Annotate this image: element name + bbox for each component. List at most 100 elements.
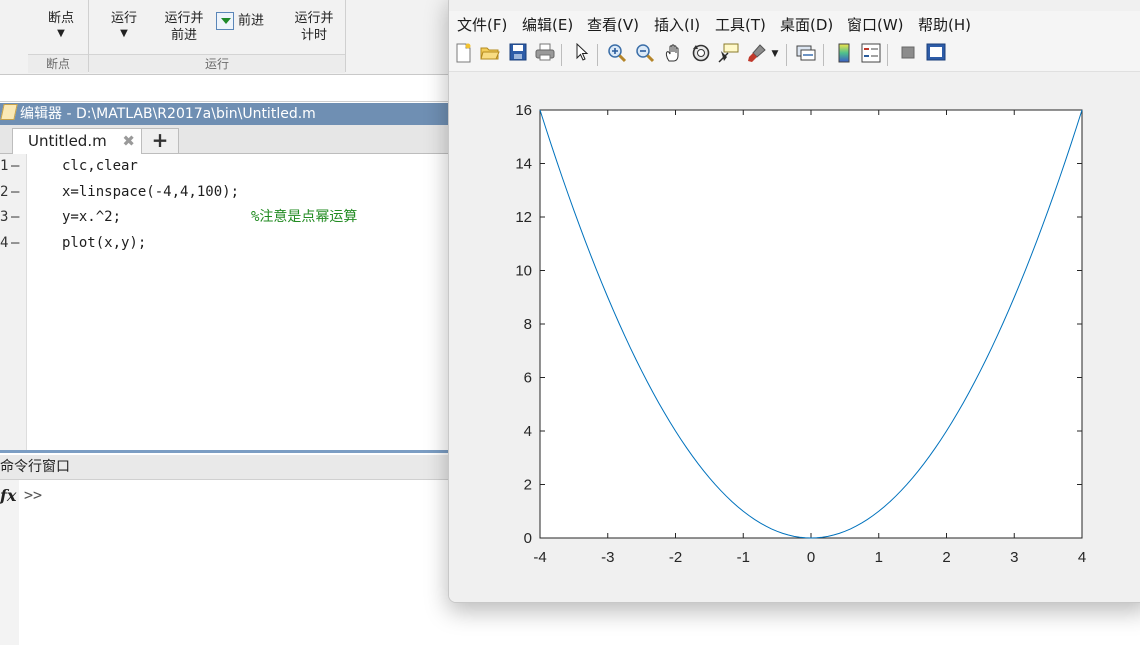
run-and-advance-button[interactable]: 运行并 前进	[158, 10, 210, 44]
advance-button[interactable]: 前进	[216, 12, 274, 30]
show-plot-tools-icon[interactable]	[925, 43, 947, 65]
tab-untitled[interactable]: Untitled.m ✖	[12, 128, 142, 154]
toolstrip: 断点 ▼ 运行 ▼ 运行并 前进 前进 运行并 计时 断点 运行	[0, 0, 460, 75]
editor-tabbar: Untitled.m ✖ +	[0, 125, 455, 154]
colorbar-icon[interactable]	[833, 43, 855, 65]
code-line[interactable]: 4 — plot(x,y);	[0, 231, 455, 257]
fx-icon[interactable]: fx	[0, 486, 16, 505]
code-line[interactable]: 1 — clc,clear	[0, 154, 455, 180]
y-tick-label: 10	[515, 263, 532, 280]
line-number: 4	[0, 235, 9, 251]
axes-box	[539, 109, 1083, 539]
code-editor[interactable]: 1 — clc,clear 2 — x=linspace(-4,4,100); …	[0, 154, 455, 450]
run-and-time-button[interactable]: 运行并 计时	[290, 10, 338, 44]
advance-label: 前进	[238, 13, 265, 29]
y-tick-label: 6	[524, 370, 532, 387]
menu-window[interactable]: 窗口(W)	[847, 11, 904, 39]
open-file-icon[interactable]	[479, 43, 501, 65]
menu-file[interactable]: 文件(F)	[457, 11, 507, 39]
run-and-advance-label-1: 运行并	[164, 11, 204, 26]
edit-plot-icon[interactable]	[571, 42, 593, 65]
figure-titlebar[interactable]	[449, 0, 1140, 11]
breakpoint-marker[interactable]: —	[11, 180, 19, 204]
toolbar-separator	[561, 44, 562, 66]
line-number: 3	[0, 209, 9, 225]
breakpoint-marker[interactable]: —	[11, 154, 19, 178]
legend-icon[interactable]	[860, 43, 882, 65]
menu-desktop[interactable]: 桌面(D)	[780, 11, 833, 39]
editor-divider[interactable]	[0, 450, 455, 453]
menu-edit[interactable]: 编辑(E)	[522, 11, 573, 39]
hide-plot-tools-icon[interactable]	[897, 43, 919, 65]
rotate-3d-icon[interactable]	[690, 43, 712, 65]
command-window-header: 命令行窗口	[0, 455, 455, 480]
zoom-in-icon[interactable]	[606, 43, 628, 65]
y-tick-label: 0	[524, 530, 532, 547]
x-tick-label: 3	[1010, 549, 1018, 566]
code-text: plot(x,y);	[62, 235, 147, 251]
breakpoint-marker[interactable]: —	[11, 231, 19, 255]
x-tick-label: 2	[942, 549, 950, 566]
group-label-breakpoints: 断点	[28, 54, 88, 73]
run-and-advance-label-2: 前进	[170, 28, 197, 43]
y-tick-label: 14	[515, 156, 532, 173]
line-chart[interactable]: -4 -3 -2 -1 0 1 2 3 40246810121416	[449, 72, 1140, 602]
command-window[interactable]: fx >>	[0, 480, 455, 645]
close-icon[interactable]: ✖	[122, 129, 135, 153]
run-label: 运行	[110, 11, 137, 26]
code-comment: %注意是点幂运算	[251, 209, 358, 225]
figure-canvas[interactable]: -4 -3 -2 -1 0 1 2 3 4 0 2 4 6 8 10 12 14 16	[449, 72, 1140, 602]
editor-title: 编辑器 - D:\MATLAB\R2017a\bin\Untitled.m	[20, 106, 316, 122]
brush-icon[interactable]	[746, 43, 768, 65]
menu-tools[interactable]: 工具(T)	[715, 11, 766, 39]
code-line[interactable]: 2 — x=linspace(-4,4,100);	[0, 180, 455, 206]
figure-menubar: 文件(F) 编辑(E) 查看(V) 插入(I) 工具(T) 桌面(D) 窗口(W…	[449, 11, 1140, 39]
x-tick-label: -2	[669, 549, 682, 566]
code-line[interactable]: 3 — y=x.^2; %注意是点幂运算	[0, 205, 455, 231]
y-tick-label: 8	[524, 316, 532, 333]
command-window-title: 命令行窗口	[0, 459, 70, 475]
x-tick-label: -4	[533, 549, 546, 566]
figure-window: 文件(F) 编辑(E) 查看(V) 插入(I) 工具(T) 桌面(D) 窗口(W…	[448, 0, 1140, 603]
breakpoint-marker[interactable]: —	[11, 205, 19, 229]
address-bar	[0, 75, 460, 102]
y-tick-label: 16	[515, 102, 532, 119]
save-icon[interactable]	[507, 43, 529, 65]
toolbar-separator	[786, 44, 787, 66]
editor-pencil-icon	[0, 104, 18, 120]
line-number: 2	[0, 184, 9, 200]
menu-insert[interactable]: 插入(I)	[654, 11, 700, 39]
menu-help[interactable]: 帮助(H)	[918, 11, 971, 39]
menu-view[interactable]: 查看(V)	[587, 11, 639, 39]
link-plot-icon[interactable]	[795, 43, 817, 65]
x-tick-label: 0	[807, 549, 815, 566]
run-and-time-label-1: 运行并	[294, 11, 334, 26]
code-text: clc,clear	[62, 158, 138, 174]
code-text: x=linspace(-4,4,100);	[62, 184, 240, 200]
new-tab-button[interactable]: +	[141, 128, 179, 153]
toolbar-separator	[887, 44, 888, 66]
zoom-out-icon[interactable]	[634, 43, 656, 65]
run-button[interactable]: 运行 ▼	[103, 10, 145, 41]
chevron-down-icon[interactable]: ▼	[769, 43, 781, 65]
chevron-down-icon: ▼	[57, 28, 65, 39]
y-tick-label: 12	[515, 209, 532, 226]
x-tick-label: 1	[875, 549, 883, 566]
breakpoints-label: 断点	[47, 11, 74, 26]
line-number: 1	[0, 158, 9, 174]
breakpoints-button[interactable]: 断点 ▼	[40, 10, 82, 41]
run-and-time-label-2: 计时	[300, 28, 327, 43]
y-tick-label: 2	[524, 477, 532, 494]
advance-icon	[216, 12, 234, 30]
figure-toolbar: ▼	[449, 39, 1140, 72]
tab-label: Untitled.m	[28, 132, 107, 150]
data-cursor-icon[interactable]	[718, 43, 740, 65]
print-icon[interactable]	[534, 43, 556, 65]
toolstrip-separator	[345, 0, 346, 72]
command-prompt: >>	[24, 486, 43, 504]
group-label-run: 运行	[89, 54, 345, 73]
editor-titlebar: 编辑器 - D:\MATLAB\R2017a\bin\Untitled.m	[0, 103, 455, 125]
pan-icon[interactable]	[662, 43, 684, 65]
new-figure-icon[interactable]	[452, 43, 474, 65]
y-tick-label: 4	[524, 423, 532, 440]
